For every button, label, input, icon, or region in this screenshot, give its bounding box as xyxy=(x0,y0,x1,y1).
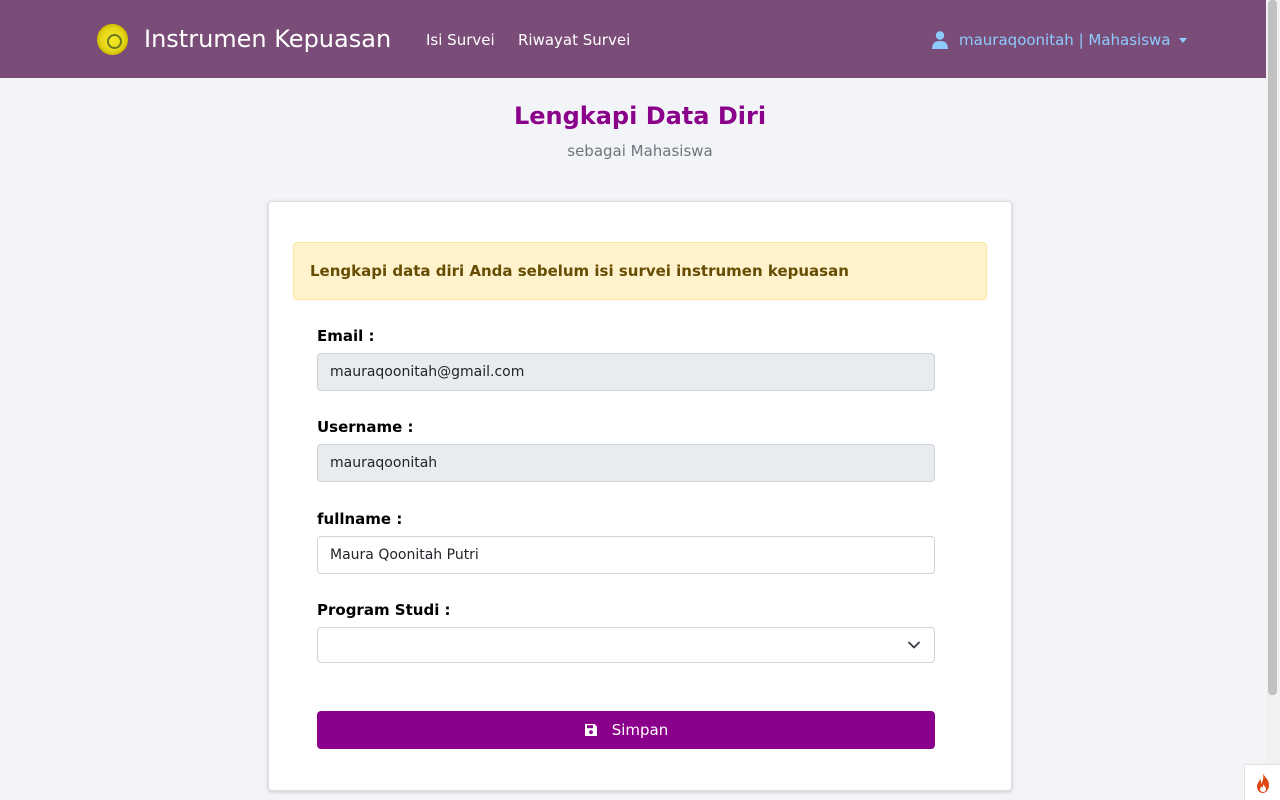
nav-link-riwayat-survei[interactable]: Riwayat Survei xyxy=(518,29,630,51)
chevron-down-icon xyxy=(908,641,920,649)
debug-toolbar-button[interactable] xyxy=(1244,764,1280,800)
program-studi-label: Program Studi : xyxy=(317,601,451,619)
user-label: mauraqoonitah | Mahasiswa xyxy=(959,31,1171,49)
save-button-label: Simpan xyxy=(611,721,669,739)
warning-alert: Lengkapi data diri Anda sebelum isi surv… xyxy=(293,242,987,300)
user-icon xyxy=(932,31,948,49)
caret-down-icon xyxy=(1179,37,1188,43)
fullname-field[interactable] xyxy=(317,536,935,574)
brand-title[interactable]: Instrumen Kepuasan xyxy=(144,22,391,56)
navbar: Instrumen Kepuasan Isi Survei Riwayat Su… xyxy=(0,0,1280,78)
flame-icon xyxy=(1256,772,1269,793)
page-subtitle: sebagai Mahasiswa xyxy=(567,142,713,160)
username-field[interactable] xyxy=(317,444,935,482)
program-studi-select[interactable] xyxy=(317,627,935,663)
user-dropdown-toggle[interactable]: mauraqoonitah | Mahasiswa xyxy=(932,28,1188,52)
scrollbar-thumb[interactable] xyxy=(1268,0,1277,695)
nav-link-isi-survei[interactable]: Isi Survei xyxy=(426,29,495,51)
alert-text: Lengkapi data diri Anda sebelum isi surv… xyxy=(310,262,849,280)
username-label: Username : xyxy=(317,418,414,436)
brand-logo[interactable] xyxy=(97,24,128,55)
email-label: Email : xyxy=(317,327,375,345)
profile-form-card: Lengkapi data diri Anda sebelum isi surv… xyxy=(268,201,1012,791)
save-button[interactable]: Simpan xyxy=(317,711,935,749)
fullname-label: fullname : xyxy=(317,510,403,528)
email-field[interactable] xyxy=(317,353,935,391)
floppy-disk-icon xyxy=(584,724,597,736)
page-title: Lengkapi Data Diri xyxy=(513,102,767,130)
